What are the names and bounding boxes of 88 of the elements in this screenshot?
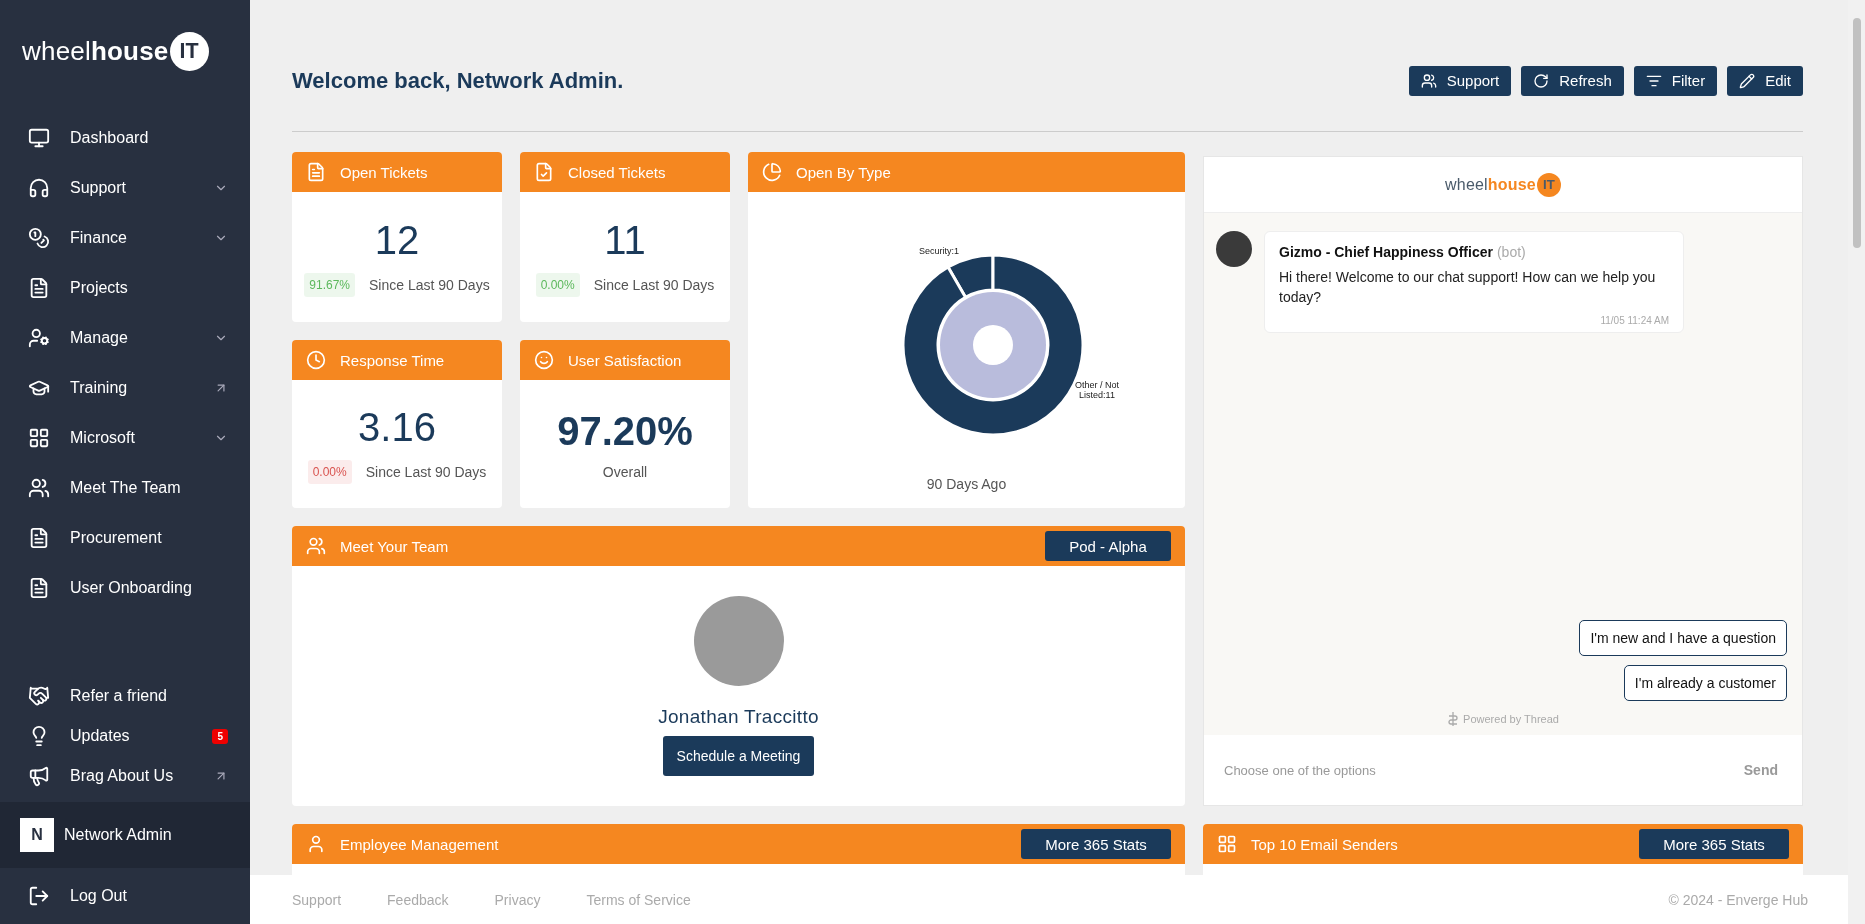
user-name: Network Admin <box>64 826 172 844</box>
stat-value: 12 <box>374 217 420 263</box>
count-badge: 5 <box>212 728 228 744</box>
document-icon <box>28 527 50 549</box>
document-check-icon <box>534 162 554 182</box>
people-icon <box>28 477 50 499</box>
sidebar-item[interactable]: Brag About Us <box>0 756 250 796</box>
document-icon <box>306 162 326 182</box>
card-title: Open Tickets <box>340 163 429 181</box>
card-title: Response Time <box>340 351 446 369</box>
change-badge: 0.00% <box>535 272 580 297</box>
logout-link[interactable]: Log Out <box>0 868 250 924</box>
stat-caption: Since Last 90 Days <box>365 463 487 480</box>
pencil-icon <box>1739 72 1756 89</box>
user-gear-icon <box>28 327 50 349</box>
chart-caption: 90 Days Ago <box>926 476 1007 492</box>
card-title: Open By Type <box>796 163 892 181</box>
grid-icon <box>28 427 50 449</box>
stat-value: 97.20% <box>557 408 693 454</box>
logout-icon <box>28 885 50 907</box>
user-avatar: N <box>20 818 54 852</box>
monitor-icon <box>28 127 50 149</box>
sidebar-item[interactable]: Projects <box>0 263 250 313</box>
gear-logo: IT <box>1536 172 1561 197</box>
smile-icon <box>534 350 554 370</box>
people-icon <box>306 536 326 556</box>
copyright-text: © 2024 - Enverge Hub <box>1668 891 1808 908</box>
grid-icon <box>1217 834 1237 854</box>
toolbar-button[interactable]: Support <box>1408 65 1512 96</box>
coins-icon <box>28 227 50 249</box>
stat-value: 3.16 <box>358 404 436 450</box>
schedule-meeting-button[interactable]: Schedule a Meeting <box>662 736 815 776</box>
sidebar-item[interactable]: Meet The Team <box>0 463 250 513</box>
pie-chart-icon <box>762 162 782 182</box>
gear-logo: IT <box>169 32 209 71</box>
logo-text: wheelhouse <box>1445 175 1536 194</box>
card-title: Closed Tickets <box>568 163 667 181</box>
page-title: Welcome back, Network Admin. <box>292 67 624 94</box>
message-time: 11/05 11:24 AM <box>1599 315 1669 327</box>
sidebar-item[interactable]: Procurement <box>0 513 250 563</box>
change-badge: 0.00% <box>307 459 352 484</box>
refresh-icon <box>1533 72 1550 89</box>
sidebar-item[interactable]: User Onboarding <box>0 563 250 613</box>
people-icon <box>1420 72 1437 89</box>
sidebar-item[interactable]: Dashboard <box>0 113 250 163</box>
sidebar-item[interactable]: Finance <box>0 213 250 263</box>
document-icon <box>28 277 50 299</box>
clock-icon <box>306 350 326 370</box>
sidebar-item[interactable]: Microsoft <box>0 413 250 463</box>
stat-caption: Since Last 90 Days <box>593 276 715 293</box>
pod-button[interactable]: Pod - Alpha <box>1045 531 1171 561</box>
logo-text: wheelhouse <box>22 36 169 67</box>
document-icon <box>28 577 50 599</box>
sidebar-item[interactable]: Training <box>0 363 250 413</box>
sidebar-item[interactable]: Support <box>0 163 250 213</box>
powered-by-text: Powered by Thread <box>1463 713 1559 725</box>
change-badge: 91.67% <box>304 272 356 297</box>
reply-option[interactable]: I'm new and I have a question <box>1579 620 1787 656</box>
stat-value: 11 <box>604 217 646 263</box>
chart-label: Other / Not Listed:11 <box>1074 380 1120 400</box>
toolbar-button[interactable]: Refresh <box>1521 65 1624 96</box>
scrollbar-thumb[interactable] <box>1852 18 1861 248</box>
donut-hole <box>973 325 1013 365</box>
sender-name: Gizmo - Chief Happiness Officer (bot) <box>1279 244 1527 260</box>
handshake-icon <box>28 685 50 707</box>
sidebar-item[interactable]: Manage <box>0 313 250 363</box>
sidebar-item[interactable]: Refer a friend <box>0 676 250 716</box>
card-title: Meet Your Team <box>340 537 450 555</box>
bot-avatar <box>1216 231 1252 267</box>
team-member-name: Jonathan Traccitto <box>658 706 819 728</box>
toolbar-button[interactable]: Filter <box>1633 65 1718 96</box>
toolbar-button[interactable]: Edit <box>1727 65 1803 96</box>
sidebar-item[interactable]: Updates 5 <box>0 716 250 756</box>
stat-caption: Overall <box>602 463 648 480</box>
stats-button[interactable]: More 365 Stats <box>1639 829 1789 859</box>
card-title: Employee Management <box>340 835 500 853</box>
message-input[interactable]: Choose one of the options <box>1222 761 1738 779</box>
stat-caption: Since Last 90 Days <box>369 276 490 293</box>
chat-message: Hi there! Welcome to our chat support! How can we help you today? <box>1279 268 1657 307</box>
megaphone-icon <box>28 765 50 787</box>
thread-logo-icon <box>1447 711 1460 727</box>
person-icon <box>306 834 326 854</box>
card-title: Top 10 Email Senders <box>1251 835 1399 853</box>
stats-button[interactable]: More 365 Stats <box>1021 829 1171 859</box>
reply-option[interactable]: I'm already a customer <box>1623 665 1787 701</box>
headphones-icon <box>28 177 50 199</box>
card-title: User Satisfaction <box>568 351 683 369</box>
chart-label: Security:1 <box>918 246 960 256</box>
